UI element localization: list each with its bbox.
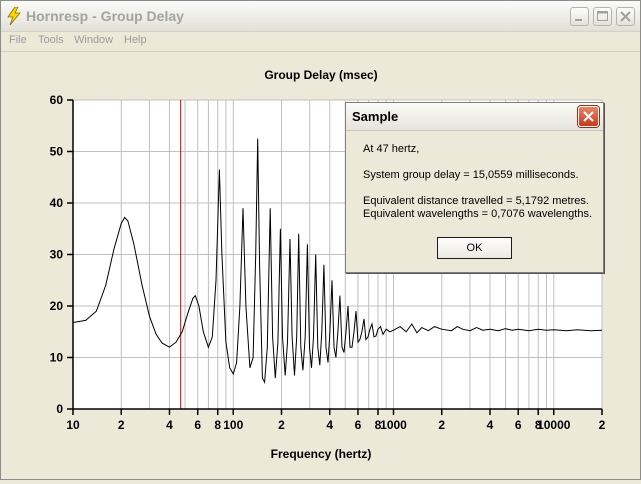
x-tick-label: 100 <box>223 418 243 432</box>
minimize-button[interactable] <box>570 7 589 26</box>
close-icon <box>583 111 594 122</box>
close-button[interactable] <box>616 7 635 26</box>
app-window: Hornresp - Group Delay File Tools Window… <box>0 0 641 480</box>
menu-help[interactable]: Help <box>124 34 147 46</box>
dialog-title: Sample <box>352 109 399 124</box>
chart-title: Group Delay (msec) <box>264 68 377 82</box>
maximize-icon <box>597 11 608 21</box>
dialog-frequency-text: At 47 hertz, <box>363 143 420 155</box>
x-tick-label: 2 <box>438 418 445 432</box>
menu-file[interactable]: File <box>9 34 27 46</box>
window-title: Hornresp - Group Delay <box>26 8 184 24</box>
y-tick-label: 20 <box>50 299 64 313</box>
y-tick-label: 30 <box>50 248 64 262</box>
title-bar[interactable]: Hornresp - Group Delay <box>1 1 640 32</box>
y-tick-label: 50 <box>50 145 64 159</box>
x-tick-label: 10000 <box>537 418 571 432</box>
menu-window[interactable]: Window <box>74 34 113 46</box>
x-tick-label: 4 <box>326 418 333 432</box>
dialog-distance-text: Equivalent distance travelled = 5,1792 m… <box>363 195 589 207</box>
dialog-close-button[interactable] <box>578 106 599 127</box>
x-tick-label: 2 <box>118 418 125 432</box>
maximize-button[interactable] <box>593 7 612 26</box>
x-tick-label: 2 <box>278 418 285 432</box>
x-tick-label: 4 <box>487 418 494 432</box>
menu-bar: File Tools Window Help <box>1 32 640 52</box>
x-tick-label: 6 <box>194 418 201 432</box>
x-tick-labels: 10 2 4 6 8 100 2 4 6 81000 2 4 6 810000 2 <box>66 418 605 432</box>
x-axis-label: Frequency (hertz) <box>271 447 372 461</box>
minimize-icon <box>575 19 582 21</box>
dialog-delay-text: System group delay = 15,0559 millisecond… <box>363 169 579 181</box>
x-tick-label: 6 <box>515 418 522 432</box>
menu-tools[interactable]: Tools <box>38 34 64 46</box>
y-tick-label: 0 <box>56 402 63 416</box>
dialog-wavelength-text: Equivalent wavelengths = 0,7076 waveleng… <box>363 208 593 220</box>
x-tick-label: 4 <box>166 418 173 432</box>
y-tick-label: 40 <box>50 196 64 210</box>
ok-button[interactable]: OK <box>437 237 512 259</box>
y-tick-labels: 0 10 20 30 40 50 60 <box>50 93 64 416</box>
dialog-body: At 47 hertz, System group delay = 15,055… <box>346 131 603 272</box>
close-icon <box>620 11 631 22</box>
x-tick-label: 10 <box>66 418 80 432</box>
lightning-icon <box>7 7 21 25</box>
x-tick-label: 2 <box>599 418 606 432</box>
sample-dialog: Sample At 47 hertz, System group delay =… <box>345 102 604 273</box>
x-tick-label: 6 <box>355 418 362 432</box>
x-tick-label: 1000 <box>380 418 407 432</box>
dialog-title-bar[interactable]: Sample <box>346 103 603 131</box>
y-tick-label: 60 <box>50 93 64 107</box>
y-tick-label: 10 <box>50 351 64 365</box>
x-tick-label: 8 <box>214 418 221 432</box>
